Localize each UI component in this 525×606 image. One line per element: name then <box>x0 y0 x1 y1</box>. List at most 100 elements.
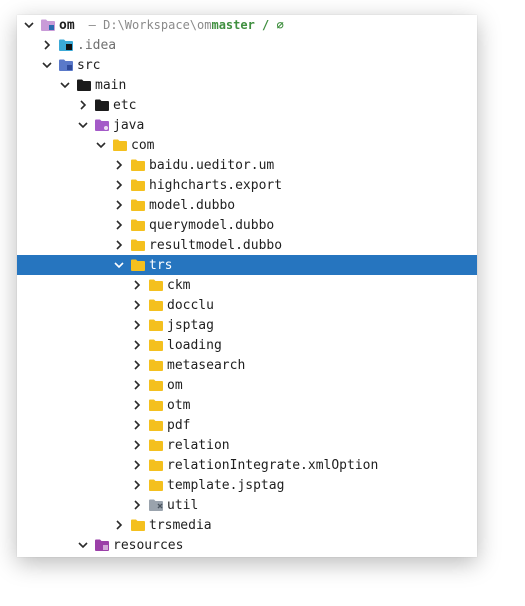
tree-row[interactable]: etc <box>17 95 477 115</box>
tree-row[interactable]: main <box>17 75 477 95</box>
tree-item-label: util <box>167 497 199 513</box>
tree-item-label: com <box>131 137 155 153</box>
resources-folder-icon <box>95 539 109 551</box>
chevron-right-icon[interactable] <box>131 459 143 471</box>
tree-row[interactable]: baidu.ueditor.um <box>17 155 477 175</box>
package-folder-icon <box>131 179 145 191</box>
package-folder-icon <box>131 259 145 271</box>
chevron-right-icon[interactable] <box>113 179 125 191</box>
module-folder-icon <box>41 19 55 31</box>
tree-row[interactable]: java <box>17 115 477 135</box>
tree-row[interactable]: resultmodel.dubbo <box>17 235 477 255</box>
tree-row[interactable]: docclu <box>17 295 477 315</box>
chevron-down-icon[interactable] <box>41 59 53 71</box>
tree-row[interactable]: util <box>17 495 477 515</box>
tree-item-label: .idea <box>77 37 117 53</box>
tree-row[interactable]: .idea <box>17 35 477 55</box>
chevron-right-icon[interactable] <box>131 419 143 431</box>
source-folder-icon <box>59 59 73 71</box>
tree-row[interactable]: trsmedia <box>17 515 477 535</box>
tree-row[interactable]: relationIntegrate.xmlOption <box>17 455 477 475</box>
package-folder-icon <box>149 439 163 451</box>
package-folder-icon <box>131 159 145 171</box>
tree-row[interactable]: ckm <box>17 275 477 295</box>
tree-row[interactable]: src <box>17 55 477 75</box>
tree-item-label: om <box>59 17 75 33</box>
tree-row[interactable]: om – D:\Workspace\om master / ∅ <box>17 15 477 35</box>
tree-row[interactable]: model.dubbo <box>17 195 477 215</box>
tree-item-label: jsptag <box>167 317 214 333</box>
chevron-right-icon[interactable] <box>131 339 143 351</box>
tree-item-label: metasearch <box>167 357 246 373</box>
chevron-down-icon[interactable] <box>95 139 107 151</box>
package-folder-icon <box>149 339 163 351</box>
black-folder-icon <box>77 79 91 91</box>
package-folder-icon <box>149 479 163 491</box>
chevron-right-icon[interactable] <box>131 479 143 491</box>
tree-row[interactable]: template.jsptag <box>17 475 477 495</box>
tree-item-label: loading <box>167 337 222 353</box>
chevron-right-icon[interactable] <box>131 279 143 291</box>
chevron-right-icon[interactable] <box>131 359 143 371</box>
chevron-right-icon[interactable] <box>113 199 125 211</box>
tree-row[interactable]: metasearch <box>17 355 477 375</box>
tree-row[interactable]: resources <box>17 535 477 555</box>
tree-item-label: pdf <box>167 417 191 433</box>
chevron-right-icon[interactable] <box>113 519 125 531</box>
chevron-right-icon[interactable] <box>113 159 125 171</box>
package-folder-icon <box>131 219 145 231</box>
tree-item-label: om <box>167 377 183 393</box>
tree-item-label: ckm <box>167 277 191 293</box>
tree-row[interactable]: loading <box>17 335 477 355</box>
package-folder-icon <box>149 359 163 371</box>
tree-row[interactable]: relation <box>17 435 477 455</box>
tree-row[interactable]: pdf <box>17 415 477 435</box>
package-folder-icon <box>113 139 127 151</box>
package-folder-icon <box>149 459 163 471</box>
tree-item-label: relation <box>167 437 230 453</box>
idea-folder-icon <box>59 39 73 51</box>
tree-item-label: resultmodel.dubbo <box>149 237 283 253</box>
chevron-down-icon[interactable] <box>77 539 89 551</box>
tree-item-label: main <box>95 77 127 93</box>
tree-item-label: querymodel.dubbo <box>149 217 275 233</box>
tree-item-label: highcharts.export <box>149 177 283 193</box>
tree-item-label: trsmedia <box>149 517 212 533</box>
black-folder-icon <box>95 99 109 111</box>
chevron-down-icon[interactable] <box>59 79 71 91</box>
chevron-right-icon[interactable] <box>77 99 89 111</box>
tree-row[interactable]: trs <box>17 255 477 275</box>
chevron-down-icon[interactable] <box>77 119 89 131</box>
tree-row[interactable]: com <box>17 135 477 155</box>
chevron-down-icon[interactable] <box>23 19 35 31</box>
tree-row[interactable]: querymodel.dubbo <box>17 215 477 235</box>
project-path: – D:\Workspace\om <box>88 18 212 32</box>
chevron-down-icon[interactable] <box>113 259 125 271</box>
package-folder-icon <box>149 319 163 331</box>
chevron-right-icon[interactable] <box>131 299 143 311</box>
package-folder-icon <box>131 239 145 251</box>
chevron-right-icon[interactable] <box>131 319 143 331</box>
chevron-right-icon[interactable] <box>41 39 53 51</box>
util-package-icon <box>149 499 163 511</box>
tree-item-label: model.dubbo <box>149 197 236 213</box>
tree-item-label: docclu <box>167 297 214 313</box>
tree-row[interactable]: otm <box>17 395 477 415</box>
chevron-right-icon[interactable] <box>113 239 125 251</box>
tree-row[interactable]: jsptag <box>17 315 477 335</box>
package-folder-icon <box>131 199 145 211</box>
java-folder-icon <box>95 119 109 131</box>
project-tree-panel: om – D:\Workspace\om master / ∅ .idea src mai… <box>17 15 477 557</box>
chevron-right-icon[interactable] <box>131 379 143 391</box>
tree-item-label: resources <box>113 537 184 553</box>
tree-row[interactable]: highcharts.export <box>17 175 477 195</box>
tree-row[interactable]: om <box>17 375 477 395</box>
package-folder-icon <box>149 379 163 391</box>
chevron-right-icon[interactable] <box>131 499 143 511</box>
package-folder-icon <box>149 419 163 431</box>
package-folder-icon <box>149 399 163 411</box>
chevron-right-icon[interactable] <box>113 219 125 231</box>
tree-item-label: etc <box>113 97 137 113</box>
chevron-right-icon[interactable] <box>131 399 143 411</box>
chevron-right-icon[interactable] <box>131 439 143 451</box>
